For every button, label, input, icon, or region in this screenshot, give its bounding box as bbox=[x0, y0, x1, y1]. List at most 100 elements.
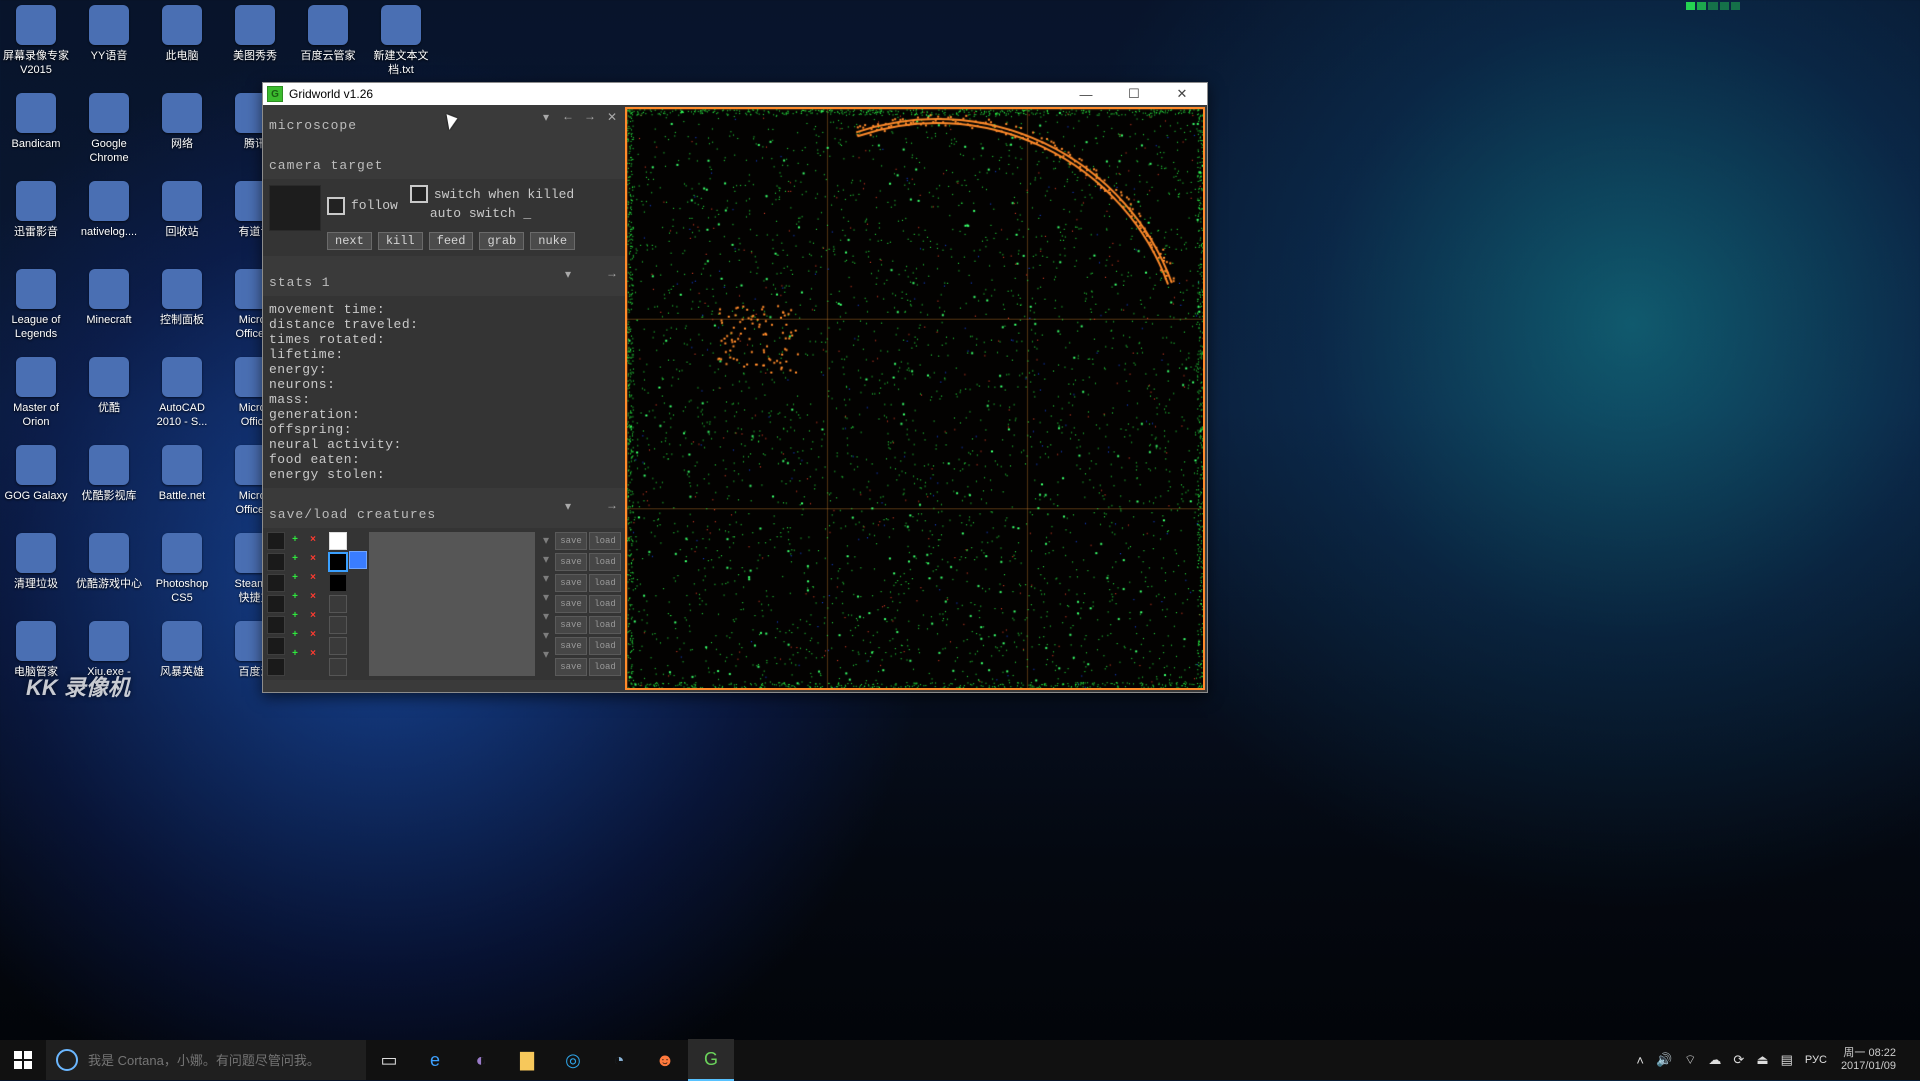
next-button[interactable]: next bbox=[327, 232, 372, 250]
slot-dot[interactable] bbox=[267, 532, 285, 550]
taskbar-clock[interactable]: 周一 08:22 2017/01/09 bbox=[1833, 1047, 1904, 1073]
slot-dropdown-icon[interactable]: ▾ bbox=[539, 627, 553, 643]
edge-button[interactable]: e bbox=[412, 1040, 458, 1080]
taskview-button[interactable]: ▭ bbox=[366, 1040, 412, 1080]
show-desktop-button[interactable] bbox=[1904, 1040, 1920, 1080]
maximize-button[interactable]: ☐ bbox=[1113, 83, 1155, 105]
slot-dropdown-icon[interactable]: ▾ bbox=[539, 532, 553, 548]
slot-dot[interactable] bbox=[267, 595, 285, 613]
slot-remove-icon[interactable]: × bbox=[305, 532, 321, 548]
slot-save-button[interactable]: save bbox=[555, 595, 587, 613]
start-button[interactable] bbox=[0, 1040, 46, 1080]
slot-dropdown-icon[interactable]: ▾ bbox=[539, 570, 553, 586]
desktop-icon[interactable]: Battle.net bbox=[146, 445, 218, 503]
close-icon[interactable]: ✕ bbox=[603, 109, 621, 125]
simulation-viewport[interactable] bbox=[625, 107, 1205, 690]
slot-remove-icon[interactable]: × bbox=[305, 646, 321, 662]
slot-add-icon[interactable]: + bbox=[287, 570, 303, 586]
slot-dot[interactable] bbox=[267, 637, 285, 655]
slot-load-button[interactable]: load bbox=[589, 574, 621, 592]
app-button[interactable]: ◎ bbox=[550, 1040, 596, 1080]
slot-remove-icon[interactable]: × bbox=[305, 570, 321, 586]
slot-remove-icon[interactable]: × bbox=[305, 627, 321, 643]
slot-save-button[interactable]: save bbox=[555, 532, 587, 550]
collapse-icon[interactable]: ▾ bbox=[537, 109, 555, 125]
browser-button[interactable]: ◐ bbox=[458, 1040, 504, 1080]
slot-add-icon[interactable]: + bbox=[287, 608, 303, 624]
slot-dot[interactable] bbox=[267, 574, 285, 592]
slot-save-button[interactable]: save bbox=[555, 553, 587, 571]
slot-load-button[interactable]: load bbox=[589, 637, 621, 655]
slot-box[interactable] bbox=[329, 574, 347, 592]
usb-icon[interactable]: ⏏ bbox=[1756, 1052, 1768, 1068]
next-icon[interactable]: → bbox=[603, 266, 621, 282]
kill-button[interactable]: kill bbox=[378, 232, 423, 250]
desktop-icon[interactable]: 风暴英雄 bbox=[146, 621, 218, 679]
desktop-icon[interactable]: 屏幕录像专家V2015 bbox=[0, 5, 72, 77]
desktop-icon[interactable]: 优酷游戏中心 bbox=[73, 533, 145, 591]
slot-dropdown-icon[interactable]: ▾ bbox=[539, 646, 553, 662]
desktop-icon[interactable]: GOG Galaxy bbox=[0, 445, 72, 503]
desktop-icon[interactable]: AutoCAD2010 - S... bbox=[146, 357, 218, 429]
slot-box[interactable] bbox=[329, 658, 347, 676]
desktop-icon[interactable]: 清理垃圾 bbox=[0, 533, 72, 591]
desktop-icon[interactable]: 美图秀秀 bbox=[219, 5, 291, 63]
slot-remove-icon[interactable]: × bbox=[305, 551, 321, 567]
close-button[interactable]: ✕ bbox=[1161, 83, 1203, 105]
slot-dot[interactable] bbox=[267, 553, 285, 571]
nuke-button[interactable]: nuke bbox=[530, 232, 575, 250]
slot-load-button[interactable]: load bbox=[589, 595, 621, 613]
app2-button[interactable]: ☻ bbox=[642, 1040, 688, 1080]
slot-remove-icon[interactable]: × bbox=[305, 589, 321, 605]
slot-save-button[interactable]: save bbox=[555, 616, 587, 634]
desktop-icon[interactable]: Minecraft bbox=[73, 269, 145, 327]
desktop-icon[interactable]: 优酷影视库 bbox=[73, 445, 145, 503]
desktop-icon[interactable]: 回收站 bbox=[146, 181, 218, 239]
saveload-header[interactable]: save/load creatures ▾ → bbox=[263, 494, 625, 528]
slot-box[interactable] bbox=[329, 532, 347, 550]
stats-header[interactable]: stats 1 ▾ → bbox=[263, 262, 625, 296]
slot-box[interactable] bbox=[329, 553, 347, 571]
minimize-button[interactable]: — bbox=[1065, 83, 1107, 105]
slot-load-button[interactable]: load bbox=[589, 532, 621, 550]
desktop-icon[interactable]: 新建文本文档.txt bbox=[365, 5, 437, 77]
desktop-icon[interactable]: Bandicam bbox=[0, 93, 72, 151]
search-input[interactable] bbox=[86, 1052, 356, 1069]
slot-dot[interactable] bbox=[267, 616, 285, 634]
wifi-icon[interactable]: ⌔ bbox=[1684, 1052, 1696, 1068]
slot-load-button[interactable]: load bbox=[589, 553, 621, 571]
ime-indicator[interactable]: РУС bbox=[1805, 1054, 1827, 1066]
slot-box[interactable] bbox=[329, 595, 347, 613]
desktop-icon[interactable]: nativelog.... bbox=[73, 181, 145, 239]
slot-remove-icon[interactable]: × bbox=[305, 608, 321, 624]
desktop-icon[interactable]: 百度云管家 bbox=[292, 5, 364, 63]
slot-dropdown-icon[interactable]: ▾ bbox=[539, 608, 553, 624]
slot-box[interactable] bbox=[329, 616, 347, 634]
switch-killed-checkbox[interactable] bbox=[410, 185, 428, 203]
system-tray[interactable]: ˄ 🔊 ⌔ ☁ ⟳ ⏏ ▤ РУС bbox=[1630, 1052, 1833, 1068]
desktop-icon[interactable]: 控制面板 bbox=[146, 269, 218, 327]
titlebar[interactable]: G Gridworld v1.26 — ☐ ✕ bbox=[263, 83, 1207, 105]
feed-button[interactable]: feed bbox=[429, 232, 474, 250]
microscope-header[interactable]: microscope ▾ ← → ✕ bbox=[263, 105, 625, 139]
next-icon[interactable]: → bbox=[603, 498, 621, 514]
slot-list[interactable] bbox=[369, 532, 535, 676]
desktop-icon[interactable]: 迅雷影音 bbox=[0, 181, 72, 239]
desktop-icon[interactable]: 网络 bbox=[146, 93, 218, 151]
next-icon[interactable]: → bbox=[581, 109, 599, 125]
steam-button[interactable]: ◔ bbox=[596, 1040, 642, 1080]
slot-dot[interactable] bbox=[267, 658, 285, 676]
prev-icon[interactable]: ← bbox=[559, 109, 577, 125]
desktop-icon[interactable]: League ofLegends bbox=[0, 269, 72, 341]
grab-button[interactable]: grab bbox=[479, 232, 524, 250]
slot-add-icon[interactable]: + bbox=[287, 589, 303, 605]
slot-add-icon[interactable]: + bbox=[287, 627, 303, 643]
slot-save-button[interactable]: save bbox=[555, 658, 587, 676]
follow-checkbox[interactable] bbox=[327, 197, 345, 215]
slot-save-button[interactable]: save bbox=[555, 637, 587, 655]
slot-add-icon[interactable]: + bbox=[287, 532, 303, 548]
slot-add-icon[interactable]: + bbox=[287, 551, 303, 567]
tray-chevron-icon[interactable]: ˄ bbox=[1636, 1053, 1644, 1068]
collapse-icon[interactable]: ▾ bbox=[559, 266, 577, 282]
desktop-icon[interactable]: GoogleChrome bbox=[73, 93, 145, 165]
